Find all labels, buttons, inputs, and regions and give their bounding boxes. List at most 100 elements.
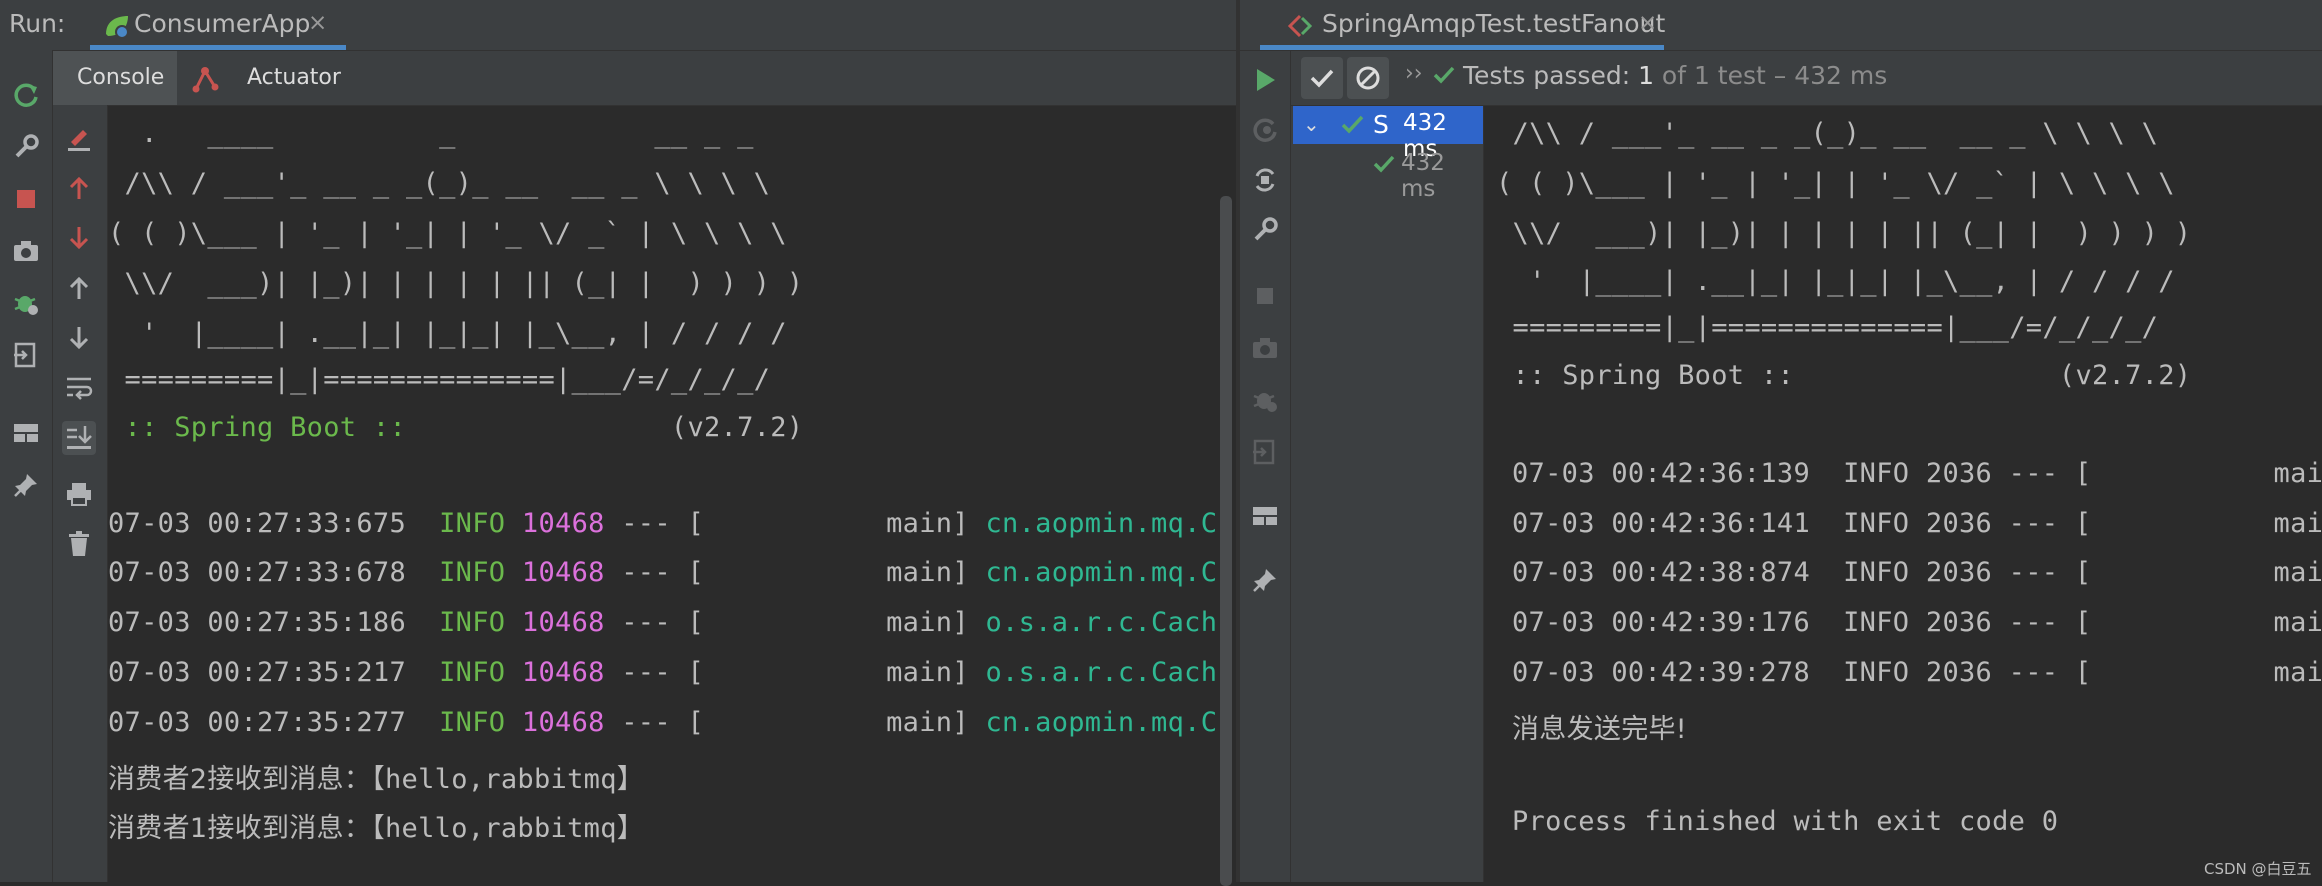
tab-console[interactable]: Console — [53, 51, 177, 105]
pin-icon[interactable] — [9, 468, 43, 502]
tab-actuator[interactable]: Actuator — [177, 51, 341, 105]
active-tab-underline — [90, 45, 346, 50]
debug-icon[interactable] — [1248, 383, 1282, 417]
spring-boot-version: (v2.7.2) — [422, 412, 804, 443]
banner-line: \\/ ___)| |_)| | | | | || (_| | ) ) ) ) — [1496, 218, 2192, 249]
check-icon — [1310, 69, 1334, 88]
up-red-icon[interactable] — [62, 171, 96, 205]
log-thread: --- [ main] — [604, 557, 986, 588]
console-toolbar — [53, 105, 108, 882]
layout-icon[interactable] — [9, 416, 43, 450]
banner-line: =========|_|==============|___/=/_/_/_/ — [1496, 312, 2159, 343]
log-level: INFO — [439, 508, 506, 539]
run-side-toolbar — [0, 50, 53, 882]
wrench-icon[interactable] — [9, 130, 43, 164]
message-prefix: 消费者2接收到消息： — [108, 764, 372, 795]
close-icon[interactable]: × — [1638, 10, 1657, 36]
banner-line: ' |____| .__|_| |_|_| |_\__, | / / / / — [1496, 266, 2175, 297]
console-subtabs: Console Actuator — [53, 51, 1236, 106]
tab-spring-amqp-test[interactable]: SpringAmqpTest.testFanout × — [1260, 0, 1665, 50]
tab-console-label: Console — [77, 65, 165, 90]
rerun-auto-icon[interactable] — [1248, 163, 1282, 197]
status-suffix: of 1 test – 432 ms — [1653, 61, 1888, 90]
log-pid: 10468 — [521, 707, 605, 738]
banner-line: /\\ / ___'_ __ _ _(_)_ __ __ _ \ \ \ \ — [108, 168, 771, 199]
message-body: 【hello,rabbitmq】 — [371, 813, 645, 844]
scrollbar-thumb[interactable] — [1220, 196, 1232, 886]
log-line: 07-03 00:42:36:139 INFO 2036 --- [ main] — [1512, 458, 2322, 489]
test-console-output[interactable]: /\\ / ___'_ __ _ _(_)_ __ __ _ \ \ \ \ (… — [1484, 106, 2322, 882]
print-icon[interactable] — [62, 477, 96, 511]
log-line: 07-03 00:27:35:277 INFO 10468 --- [ main… — [108, 707, 1216, 738]
log-logger: cn.aopmin.mq.Con — [985, 707, 1216, 738]
log-pid: 10468 — [521, 657, 605, 688]
exit-icon[interactable] — [1248, 435, 1282, 469]
log-level: INFO — [439, 707, 506, 738]
consumer-console-output[interactable]: . ____ _ __ _ _ /\\ / ___'_ __ _ _(_)_ _… — [108, 106, 1216, 882]
show-ignored-button[interactable] — [1347, 57, 1389, 99]
down-icon[interactable] — [62, 321, 96, 355]
log-logger: cn.aopmin.mq.Con — [985, 508, 1216, 539]
camera-icon[interactable] — [9, 234, 43, 268]
run-tabbar: Run: ConsumerApp × — [0, 0, 1236, 51]
down-red-icon[interactable] — [62, 221, 96, 255]
log-line: 07-03 00:42:36:141 INFO 2036 --- [ main] — [1512, 508, 2322, 539]
log-line: 07-03 00:42:39:176 INFO 2036 --- [ main] — [1512, 607, 2322, 638]
soft-wrap-icon[interactable] — [62, 371, 96, 405]
more-icon[interactable]: ›› — [1405, 61, 1423, 86]
log-thread: --- [ main] — [604, 707, 986, 738]
log-pid: 10468 — [521, 607, 605, 638]
debug-icon[interactable] — [9, 286, 43, 320]
log-level: INFO — [439, 557, 506, 588]
banner-line: \\/ ___)| |_)| | | | | || (_| | ) ) ) ) — [108, 268, 804, 299]
log-line: 07-03 00:42:38:874 INFO 2036 --- [ main] — [1512, 557, 2322, 588]
test-tree: ⌄ Sp 432 ms 432 ms — [1291, 106, 1484, 882]
banner-line: . ____ _ __ _ _ — [108, 118, 754, 149]
log-thread: --- [ main] — [604, 657, 986, 688]
log-timestamp: 07-03 00:27:33:678 — [108, 557, 440, 588]
log-timestamp: 07-03 00:27:35:217 — [108, 657, 440, 688]
console-scrollbar[interactable] — [1216, 106, 1236, 886]
test-tree-child[interactable]: 432 ms — [1291, 106, 1481, 202]
tab-consumer-app[interactable]: ConsumerApp × — [90, 0, 346, 50]
passed-check-icon — [1373, 155, 1395, 173]
sent-message-line: 消息发送完毕! — [1512, 714, 1687, 745]
spring-app-icon — [106, 16, 129, 39]
show-passed-button[interactable] — [1301, 57, 1343, 99]
status-count: 1 — [1638, 61, 1654, 90]
banner-line: /\\ / ___'_ __ _ _(_)_ __ __ _ \ \ \ \ — [1496, 118, 2159, 149]
clear-icon[interactable] — [62, 121, 96, 155]
ignored-icon — [1356, 66, 1380, 90]
rerun-icon[interactable] — [9, 78, 43, 112]
trash-icon[interactable] — [62, 527, 96, 561]
run-label: Run: — [9, 9, 66, 38]
log-logger: o.s.a.r.c.Cachin — [985, 607, 1216, 638]
status-prefix: Tests passed: — [1463, 61, 1639, 90]
wrench-icon[interactable] — [1248, 213, 1282, 247]
rerun-failed-icon[interactable] — [1248, 113, 1282, 147]
close-icon[interactable]: × — [308, 10, 327, 36]
stop-icon[interactable] — [9, 182, 43, 216]
pin-icon[interactable] — [1248, 563, 1282, 597]
actuator-icon — [192, 67, 219, 93]
log-line: 07-03 00:27:35:186 INFO 10468 --- [ main… — [108, 607, 1216, 638]
up-icon[interactable] — [62, 271, 96, 305]
consumer-message-line: 消费者2接收到消息：【hello,rabbitmq】 — [108, 757, 644, 796]
tab-actuator-label: Actuator — [247, 65, 341, 90]
banner-line: =========|_|==============|___/=/_/_/_/ — [108, 364, 771, 395]
layout-icon[interactable] — [1248, 499, 1282, 533]
test-status: Tests passed: 1 of 1 test – 432 ms — [1433, 61, 1887, 90]
exit-icon[interactable] — [9, 338, 43, 372]
camera-icon[interactable] — [1248, 331, 1282, 365]
stop-icon[interactable] — [1248, 279, 1282, 313]
message-prefix: 消费者1接收到消息： — [108, 813, 372, 844]
message-body: 【hello,rabbitmq】 — [371, 764, 645, 795]
log-timestamp: 07-03 00:27:35:277 — [108, 707, 440, 738]
banner-line: ( ( )\___ | '_ | '_| | '_ \/ _` | \ \ \ … — [108, 218, 787, 249]
scroll-end-icon[interactable] — [62, 421, 96, 455]
log-pid: 10468 — [521, 508, 605, 539]
banner-line: ' |____| .__|_| |_|_| |_\__, | / / / / — [108, 318, 787, 349]
spring-boot-line: :: Spring Boot :: (v2.7.2) — [108, 412, 803, 443]
consumer-message-line: 消费者1接收到消息：【hello,rabbitmq】 — [108, 806, 644, 845]
run-icon[interactable] — [1248, 63, 1282, 97]
